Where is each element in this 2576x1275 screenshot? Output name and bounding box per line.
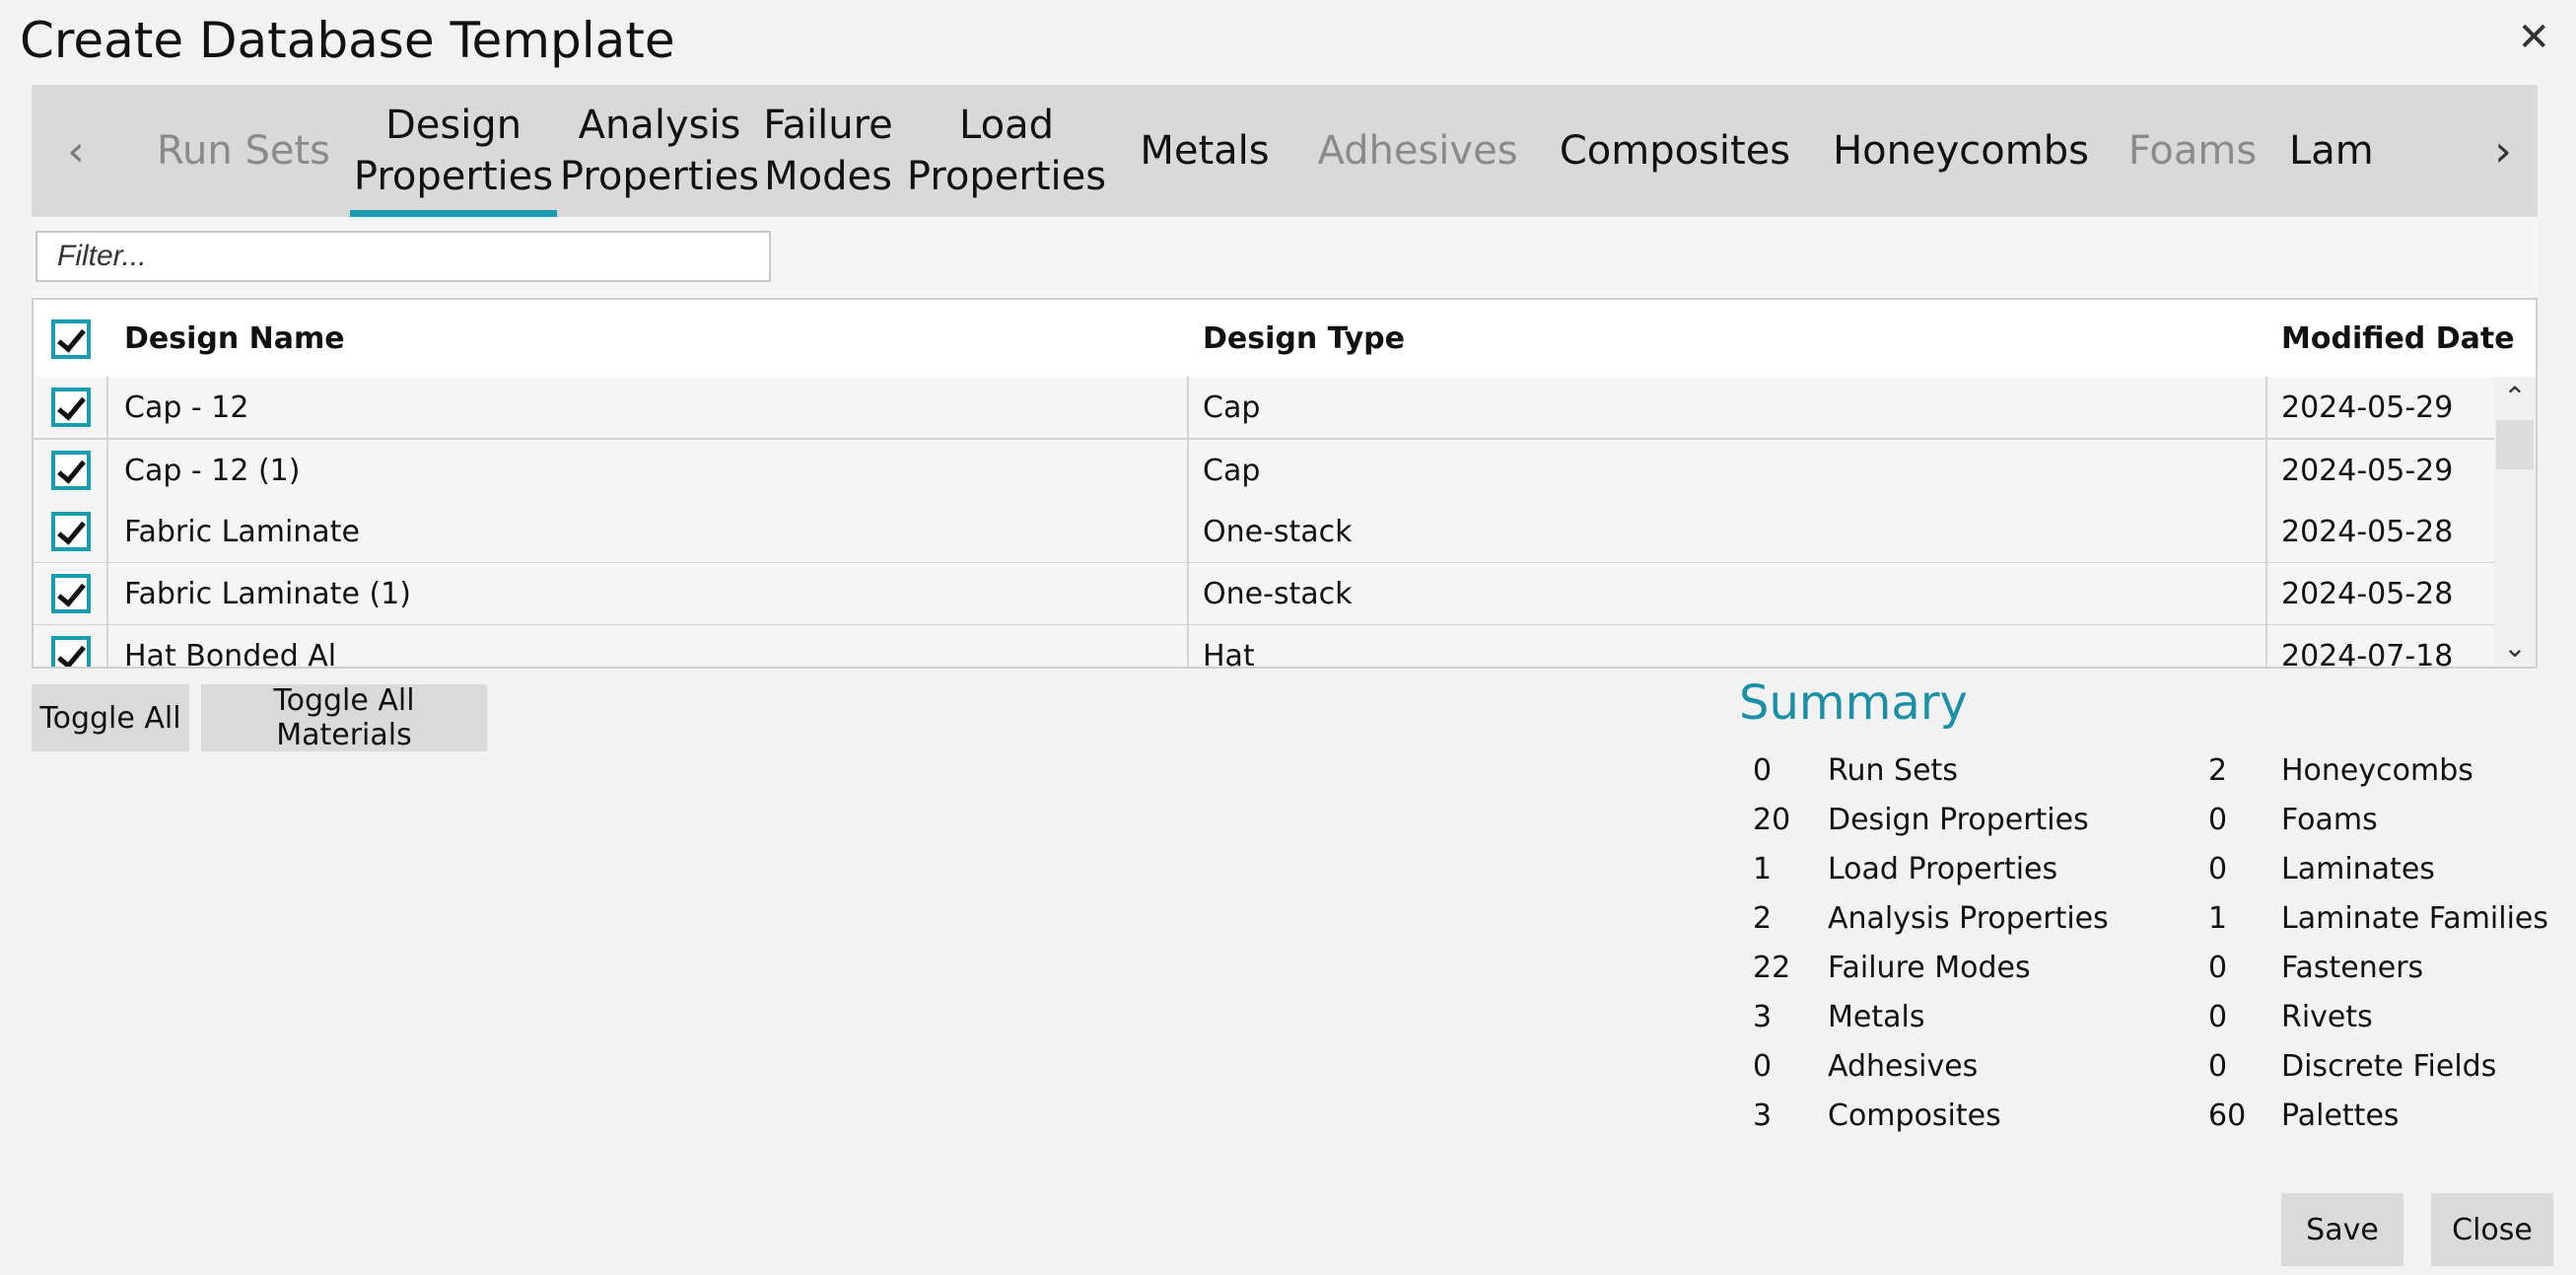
filter-row xyxy=(32,217,2538,298)
cell-design-name: Cap - 12 xyxy=(124,390,249,425)
toggle-all-materials-button[interactable]: Toggle All Materials xyxy=(201,683,487,752)
summary-label: Adhesives xyxy=(1828,1049,1979,1084)
chevron-right-icon[interactable]: › xyxy=(2469,85,2538,217)
summary-count: 0 xyxy=(1753,753,1773,788)
tab-analysis-properties[interactable]: Analysis Properties xyxy=(560,85,759,217)
scrollbar-thumb[interactable] xyxy=(2496,420,2534,469)
summary-count: 2 xyxy=(2208,753,2228,788)
summary-label: Load Properties xyxy=(1828,852,2058,886)
tab-failure-modes[interactable]: Failure Modes xyxy=(761,85,895,217)
tab-honeycombs[interactable]: Honeycombs xyxy=(1833,85,2089,217)
summary-count: 0 xyxy=(1753,1049,1773,1084)
summary-count: 1 xyxy=(1753,852,1773,886)
cell-design-name: Fabric Laminate xyxy=(124,514,360,549)
summary-count: 3 xyxy=(1753,1098,1773,1133)
tab-run-sets[interactable]: Run Sets xyxy=(157,85,330,217)
summary-count: 2 xyxy=(1753,901,1773,936)
cell-design-type: One-stack xyxy=(1203,514,1353,549)
header-modified-date[interactable]: Modified Date xyxy=(2281,300,2515,377)
summary-count: 22 xyxy=(1753,951,1791,985)
cell-design-type: Cap xyxy=(1203,390,1261,425)
row-checkbox[interactable] xyxy=(51,388,91,427)
header-design-type[interactable]: Design Type xyxy=(1203,300,1405,377)
row-checkbox[interactable] xyxy=(51,636,91,667)
table-row[interactable]: Fabric Laminate (1) One-stack 2024-05-28 xyxy=(34,563,2496,626)
filter-input[interactable] xyxy=(35,231,771,282)
row-checkbox[interactable] xyxy=(51,451,91,490)
tab-adhesives[interactable]: Adhesives xyxy=(1317,85,1517,217)
summary-count: 0 xyxy=(2208,951,2228,985)
summary-count: 0 xyxy=(2208,1049,2228,1084)
cell-modified-date: 2024-05-29 xyxy=(2281,453,2454,488)
design-grid: Design Name Design Type Modified Date Ca… xyxy=(32,298,2538,669)
table-row[interactable]: Cap - 12 Cap 2024-05-29 xyxy=(34,377,2496,440)
summary-title: Summary xyxy=(1739,675,1968,731)
close-icon[interactable]: ✕ xyxy=(2517,18,2550,57)
summary-label: Run Sets xyxy=(1828,753,1958,788)
cell-modified-date: 2024-05-28 xyxy=(2281,514,2454,549)
dialog-title: Create Database Template xyxy=(20,12,675,69)
tab-strip: ‹ Run Sets Design Properties Analysis Pr… xyxy=(32,85,2538,217)
save-button[interactable]: Save xyxy=(2281,1193,2403,1266)
cell-design-name: Fabric Laminate (1) xyxy=(124,576,411,611)
summary-count: 60 xyxy=(2208,1098,2247,1133)
summary-label: Discrete Fields xyxy=(2281,1049,2497,1084)
table-row[interactable]: Cap - 12 (1) Cap 2024-05-29 xyxy=(34,440,2496,503)
row-checkbox[interactable] xyxy=(51,512,91,551)
header-design-name[interactable]: Design Name xyxy=(124,300,345,377)
cell-design-type: Cap xyxy=(1203,453,1261,488)
grid-header: Design Name Design Type Modified Date xyxy=(34,300,2536,379)
tab-load-properties[interactable]: Load Properties xyxy=(907,85,1106,217)
summary-count: 0 xyxy=(2208,803,2228,837)
tabs-container: Run Sets Design Properties Analysis Prop… xyxy=(140,85,2429,217)
summary-label: Analysis Properties xyxy=(1828,901,2109,936)
tab-laminates[interactable]: Lam xyxy=(2289,85,2429,217)
tab-metals[interactable]: Metals xyxy=(1126,85,1284,217)
cell-design-name: Cap - 12 (1) xyxy=(124,453,301,488)
cell-design-type: One-stack xyxy=(1203,576,1353,611)
summary-label: Design Properties xyxy=(1828,803,2089,837)
summary-label: Rivets xyxy=(2281,1000,2373,1034)
summary-label: Foams xyxy=(2281,803,2378,837)
summary-label: Fasteners xyxy=(2281,951,2424,985)
cell-modified-date: 2024-05-29 xyxy=(2281,390,2454,425)
summary-label: Composites xyxy=(1828,1098,2001,1133)
row-checkbox[interactable] xyxy=(51,574,91,613)
summary-label: Laminates xyxy=(2281,852,2435,886)
cell-modified-date: 2024-07-18 xyxy=(2281,638,2454,669)
summary-label: Laminate Families xyxy=(2281,901,2549,936)
summary-count: 0 xyxy=(2208,852,2228,886)
toggle-all-button[interactable]: Toggle All xyxy=(32,684,189,751)
close-button[interactable]: Close xyxy=(2431,1193,2553,1266)
chevron-left-icon[interactable]: ‹ xyxy=(41,85,110,217)
tab-foams[interactable]: Foams xyxy=(2123,85,2262,217)
summary-label: Failure Modes xyxy=(1828,951,2031,985)
chevron-down-icon[interactable]: ⌄ xyxy=(2494,627,2536,667)
tab-composites[interactable]: Composites xyxy=(1552,85,1798,217)
select-all-checkbox[interactable] xyxy=(51,319,91,359)
summary-count: 1 xyxy=(2208,901,2228,936)
summary-label: Palettes xyxy=(2281,1098,2400,1133)
grid-scrollbar[interactable]: ⌃ ⌄ xyxy=(2494,377,2536,667)
cell-design-type: Hat xyxy=(1203,638,1255,669)
summary-label: Metals xyxy=(1828,1000,1925,1034)
chevron-up-icon[interactable]: ⌃ xyxy=(2494,377,2536,416)
summary-count: 0 xyxy=(2208,1000,2228,1034)
cell-design-name: Hat Bonded Al xyxy=(124,638,337,669)
table-row[interactable]: Hat Bonded Al Hat 2024-07-18 xyxy=(34,625,2496,669)
summary-count: 20 xyxy=(1753,803,1791,837)
summary-count: 3 xyxy=(1753,1000,1773,1034)
cell-modified-date: 2024-05-28 xyxy=(2281,576,2454,611)
tab-design-properties[interactable]: Design Properties xyxy=(350,85,557,217)
summary-label: Honeycombs xyxy=(2281,753,2473,788)
table-row[interactable]: Fabric Laminate One-stack 2024-05-28 xyxy=(34,501,2496,564)
